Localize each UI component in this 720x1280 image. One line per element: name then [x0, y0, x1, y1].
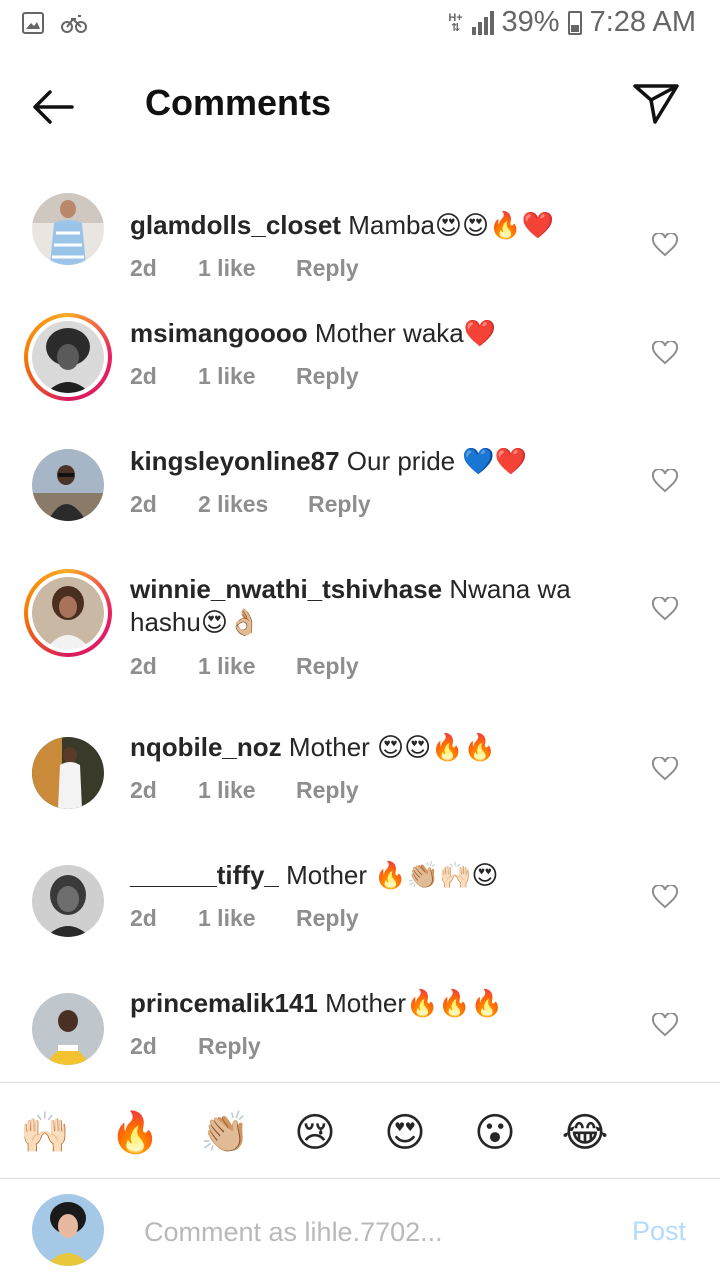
comment-meta: 2d 1 like Reply	[130, 653, 359, 680]
comment-time: 2d	[130, 255, 157, 281]
reply-button[interactable]: Reply	[296, 777, 359, 804]
comment-text: winnie_nwathi_tshivhase Nwana wa hashu😍👌…	[130, 573, 600, 639]
comment-likes[interactable]: 2 likes	[198, 491, 308, 518]
comment-meta: 2d 1 like Reply	[130, 777, 359, 804]
like-heart-icon[interactable]	[652, 1013, 678, 1037]
post-button[interactable]: Post	[632, 1216, 686, 1247]
signal-icon	[471, 10, 494, 35]
header: Comments	[0, 60, 720, 152]
like-heart-icon[interactable]	[652, 341, 678, 365]
comment-time: 2d	[130, 1033, 157, 1059]
comment-username[interactable]: ______tiffy_	[130, 860, 279, 890]
comment-username[interactable]: kingsleyonline87	[130, 446, 340, 476]
comment-username[interactable]: princemalik141	[130, 988, 318, 1018]
comment-time: 2d	[130, 777, 157, 803]
like-heart-icon[interactable]	[652, 597, 678, 621]
status-bar: H+ ⇅ 39% 7:28 AM	[0, 0, 720, 50]
emoji-laughing-button[interactable]: 😂	[560, 1108, 610, 1158]
comment-time: 2d	[130, 363, 157, 389]
comment-likes[interactable]: 1 like	[198, 653, 296, 680]
comment-time: 2d	[130, 491, 157, 517]
avatar[interactable]	[32, 449, 104, 521]
emoji-raising-hands-button[interactable]: 🙌🏻	[20, 1108, 70, 1158]
reply-button[interactable]: Reply	[296, 255, 359, 282]
comment-username[interactable]: winnie_nwathi_tshivhase	[130, 574, 442, 604]
page-title: Comments	[145, 82, 332, 123]
comment-body: Mother 🔥👏🏼🙌🏻😍	[286, 860, 499, 890]
vehicle-notification-icon	[61, 15, 87, 33]
reply-button[interactable]: Reply	[198, 1033, 261, 1060]
avatar	[32, 321, 104, 393]
comment-time: 2d	[130, 905, 157, 931]
like-heart-icon[interactable]	[652, 233, 678, 257]
notification-icons	[22, 12, 88, 34]
like-heart-icon[interactable]	[652, 885, 678, 909]
comment-text: ______tiffy_ Mother 🔥👏🏼🙌🏻😍	[130, 859, 600, 892]
comment-text: kingsleyonline87 Our pride 💙❤️	[130, 445, 600, 478]
comment-input[interactable]	[144, 1210, 604, 1254]
comment-likes[interactable]: 1 like	[198, 255, 296, 282]
comment-composer: Post	[0, 1190, 720, 1280]
like-heart-icon[interactable]	[652, 757, 678, 781]
comment-text: glamdolls_closet Mamba😍😍🔥❤️	[130, 209, 600, 242]
comment-likes[interactable]: 1 like	[198, 363, 296, 390]
comment-text: msimangoooo Mother waka❤️	[130, 317, 600, 350]
send-icon	[633, 84, 679, 124]
comment-meta: 2d Reply	[130, 1033, 261, 1060]
reply-button[interactable]: Reply	[296, 905, 359, 932]
gallery-notification-icon	[22, 12, 44, 34]
back-button[interactable]	[28, 82, 84, 132]
reply-button[interactable]: Reply	[296, 363, 359, 390]
comment-body: Mother waka❤️	[314, 318, 497, 348]
comment-meta: 2d 1 like Reply	[130, 905, 359, 932]
comment-username[interactable]: glamdolls_closet	[130, 210, 341, 240]
quick-emoji-bar: 🙌🏻 🔥 👏🏼 😢 😍 😮 😂	[0, 1100, 720, 1166]
comment-body: Our pride 💙❤️	[346, 446, 528, 476]
like-heart-icon[interactable]	[652, 469, 678, 493]
avatar[interactable]	[32, 865, 104, 937]
avatar-story-ring[interactable]	[24, 569, 112, 657]
comment-likes[interactable]: 1 like	[198, 777, 296, 804]
comment-body: Mother 😍😍🔥🔥	[288, 732, 497, 762]
comment-time: 2d	[130, 653, 157, 679]
avatar[interactable]	[32, 193, 104, 265]
battery-icon	[567, 10, 582, 35]
avatar	[32, 577, 104, 649]
comment-body: Mother🔥🔥🔥	[325, 988, 504, 1018]
current-user-avatar	[32, 1194, 104, 1266]
clock: 7:28 AM	[589, 6, 696, 38]
avatar[interactable]	[32, 737, 104, 809]
avatar[interactable]	[32, 993, 104, 1065]
comment-body: Mamba😍😍🔥❤️	[348, 210, 554, 240]
comment-meta: 2d 1 like Reply	[130, 255, 359, 282]
battery-percent: 39%	[501, 6, 560, 38]
system-status: H+ ⇅ 39% 7:28 AM	[448, 6, 696, 39]
emoji-heart-eyes-button[interactable]: 😍	[380, 1108, 430, 1158]
comment-text: nqobile_noz Mother 😍😍🔥🔥	[130, 731, 600, 764]
network-type: H+ ⇅	[448, 11, 463, 34]
divider	[0, 1082, 720, 1083]
emoji-fire-button[interactable]: 🔥	[110, 1108, 160, 1158]
reply-button[interactable]: Reply	[308, 491, 371, 518]
comment-username[interactable]: msimangoooo	[130, 318, 308, 348]
comment-text: princemalik141 Mother🔥🔥🔥	[130, 987, 600, 1020]
comment-username[interactable]: nqobile_noz	[130, 732, 282, 762]
comment-meta: 2d 1 like Reply	[130, 363, 359, 390]
back-arrow-icon	[33, 90, 74, 124]
emoji-surprised-button[interactable]: 😮	[470, 1108, 520, 1158]
emoji-clapping-button[interactable]: 👏🏼	[200, 1108, 250, 1158]
avatar-story-ring[interactable]	[24, 313, 112, 401]
reply-button[interactable]: Reply	[296, 653, 359, 680]
comment-likes[interactable]: 1 like	[198, 905, 296, 932]
comment-meta: 2d 2 likes Reply	[130, 491, 371, 518]
share-button[interactable]	[630, 78, 684, 132]
divider	[0, 1178, 720, 1179]
emoji-crying-button[interactable]: 😢	[290, 1108, 340, 1158]
